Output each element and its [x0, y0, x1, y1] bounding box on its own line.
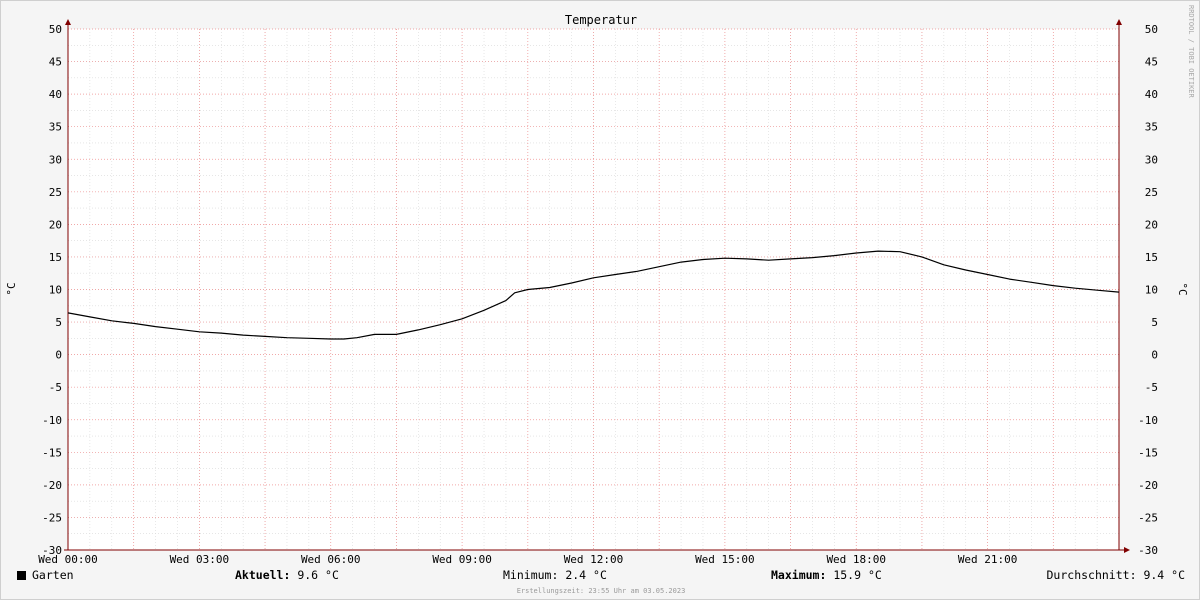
y-tick-label-right: 40 — [1145, 88, 1158, 101]
y-tick-label-left: 25 — [49, 186, 62, 199]
stat-average: Durchschnitt: 9.4 °C — [1047, 568, 1186, 582]
stat-current-value: 9.6 °C — [297, 568, 339, 582]
legend-swatch — [17, 571, 26, 580]
temperature-chart: 50 5045 4540 4035 3530 3025 2520 2015 1510 105 50 0… — [5, 5, 1195, 566]
stat-max-label: Maximum: — [771, 568, 827, 582]
x-tick-label: Wed 03:00 — [170, 553, 230, 566]
x-tick-label: Wed 21:00 — [958, 553, 1018, 566]
y-tick-label-left: -25 — [42, 511, 62, 524]
y-tick-label-right: 0 — [1151, 349, 1158, 362]
y-tick-label-right: 30 — [1145, 153, 1158, 166]
y-axis-right-arrow — [1116, 19, 1122, 25]
y-axis-left-arrow — [65, 19, 71, 25]
y-tick-label-left: -15 — [42, 446, 62, 459]
rrd-graph: 50 50 45 45 40 40 35 35 30 30 25 25 20 20 15 15 10 10 5 5 0 0… — [0, 0, 1200, 600]
stat-max: Maximum: 15.9 °C — [771, 568, 882, 582]
stat-max-value: 15.9 °C — [833, 568, 882, 582]
y-tick-label-left: -5 — [49, 381, 62, 394]
legend-garten: Garten — [17, 568, 74, 582]
y-tick-label-left: 15 — [49, 251, 62, 264]
y-tick-label-right: -25 — [1138, 511, 1158, 524]
creation-time: Erstellungszeit: 23:55 Uhr am 03.05.2023 — [516, 587, 686, 595]
chart-title: Temperatur — [565, 13, 637, 27]
y-tick-label-right: 45 — [1145, 56, 1158, 69]
y-tick-label-right: -10 — [1138, 414, 1158, 427]
stat-min-value: 2.4 °C — [565, 568, 607, 582]
x-tick-label: Wed 15:00 — [695, 553, 755, 566]
x-axis-arrow — [1124, 547, 1130, 553]
y-axis-label-right: °C — [1176, 282, 1189, 295]
y-tick-label-right: 35 — [1145, 121, 1158, 134]
y-tick-label-right: 5 — [1151, 316, 1158, 329]
y-tick-label-left: 5 — [55, 316, 62, 329]
grid — [67, 28, 1120, 551]
y-tick-label-left: 35 — [49, 121, 62, 134]
y-tick-label-right: 50 — [1145, 23, 1158, 36]
y-tick-label-right: -5 — [1145, 381, 1158, 394]
y-tick-label-left: 20 — [49, 218, 62, 231]
y-tick-label-right: 10 — [1145, 284, 1158, 297]
y-tick-label-left: 45 — [49, 56, 62, 69]
stat-current-label: Aktuell: — [235, 568, 291, 582]
y-tick-label-left: -20 — [42, 479, 62, 492]
stat-average-label: Durchschnitt: — [1046, 568, 1137, 582]
stat-min: Minimum: 2.4 °C — [503, 568, 607, 582]
stat-average-value: 9.4 °C — [1143, 568, 1185, 582]
y-tick-label-left: 30 — [49, 153, 62, 166]
y-tick-label-left: 50 — [49, 23, 62, 36]
x-tick-label: Wed 06:00 — [301, 553, 361, 566]
stat-min-label: Minimum: — [503, 568, 559, 582]
y-tick-label-right: -20 — [1138, 479, 1158, 492]
x-tick-label: Wed 18:00 — [826, 553, 886, 566]
y-tick-label-right: 20 — [1145, 218, 1158, 231]
y-tick-label-right: 25 — [1145, 186, 1158, 199]
y-tick-label-left: 40 — [49, 88, 62, 101]
legend-series-name: Garten — [32, 568, 74, 582]
x-tick-label: Wed 00:00 — [38, 553, 98, 566]
y-tick-label-right: -15 — [1138, 446, 1158, 459]
y-tick-label-left: -10 — [42, 414, 62, 427]
y-tick-label-right: -30 — [1138, 544, 1158, 557]
x-tick-label: Wed 12:00 — [564, 553, 624, 566]
y-tick-label-right: 15 — [1145, 251, 1158, 264]
y-axis-label-left: °C — [5, 282, 18, 295]
watermark: RRDTOOL / TOBI OETIKER — [1187, 5, 1195, 99]
x-tick-label: Wed 09:00 — [432, 553, 492, 566]
y-tick-label-left: 0 — [55, 349, 62, 362]
stat-current: Aktuell: 9.6 °C — [235, 568, 339, 582]
y-tick-label-left: 10 — [49, 284, 62, 297]
